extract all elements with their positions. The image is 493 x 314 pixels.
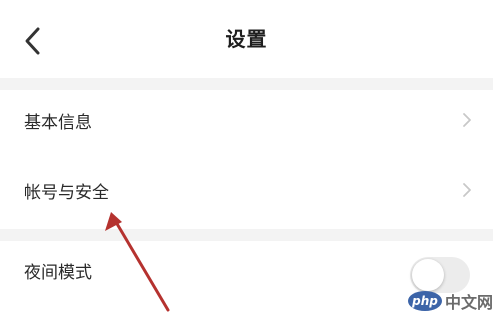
chevron-right-icon xyxy=(463,183,471,197)
watermark: php 中文网 xyxy=(408,290,493,312)
toggle-knob xyxy=(412,259,444,291)
night-mode-toggle[interactable] xyxy=(410,257,470,293)
settings-item-label: 夜间模式 xyxy=(24,262,92,283)
header-bar: 设置 xyxy=(0,0,493,78)
watermark-text: 中文网 xyxy=(445,293,493,312)
settings-item-label: 基本信息 xyxy=(24,112,92,133)
section-divider xyxy=(0,78,493,90)
chevron-right-icon xyxy=(463,113,471,127)
page-title: 设置 xyxy=(225,27,268,51)
settings-item-basic-info[interactable]: 基本信息 xyxy=(0,90,493,150)
settings-item-account-security[interactable]: 帐号与安全 xyxy=(0,160,493,220)
settings-item-label: 帐号与安全 xyxy=(24,182,109,203)
php-logo-icon: php xyxy=(408,291,442,311)
section-divider xyxy=(0,229,493,241)
